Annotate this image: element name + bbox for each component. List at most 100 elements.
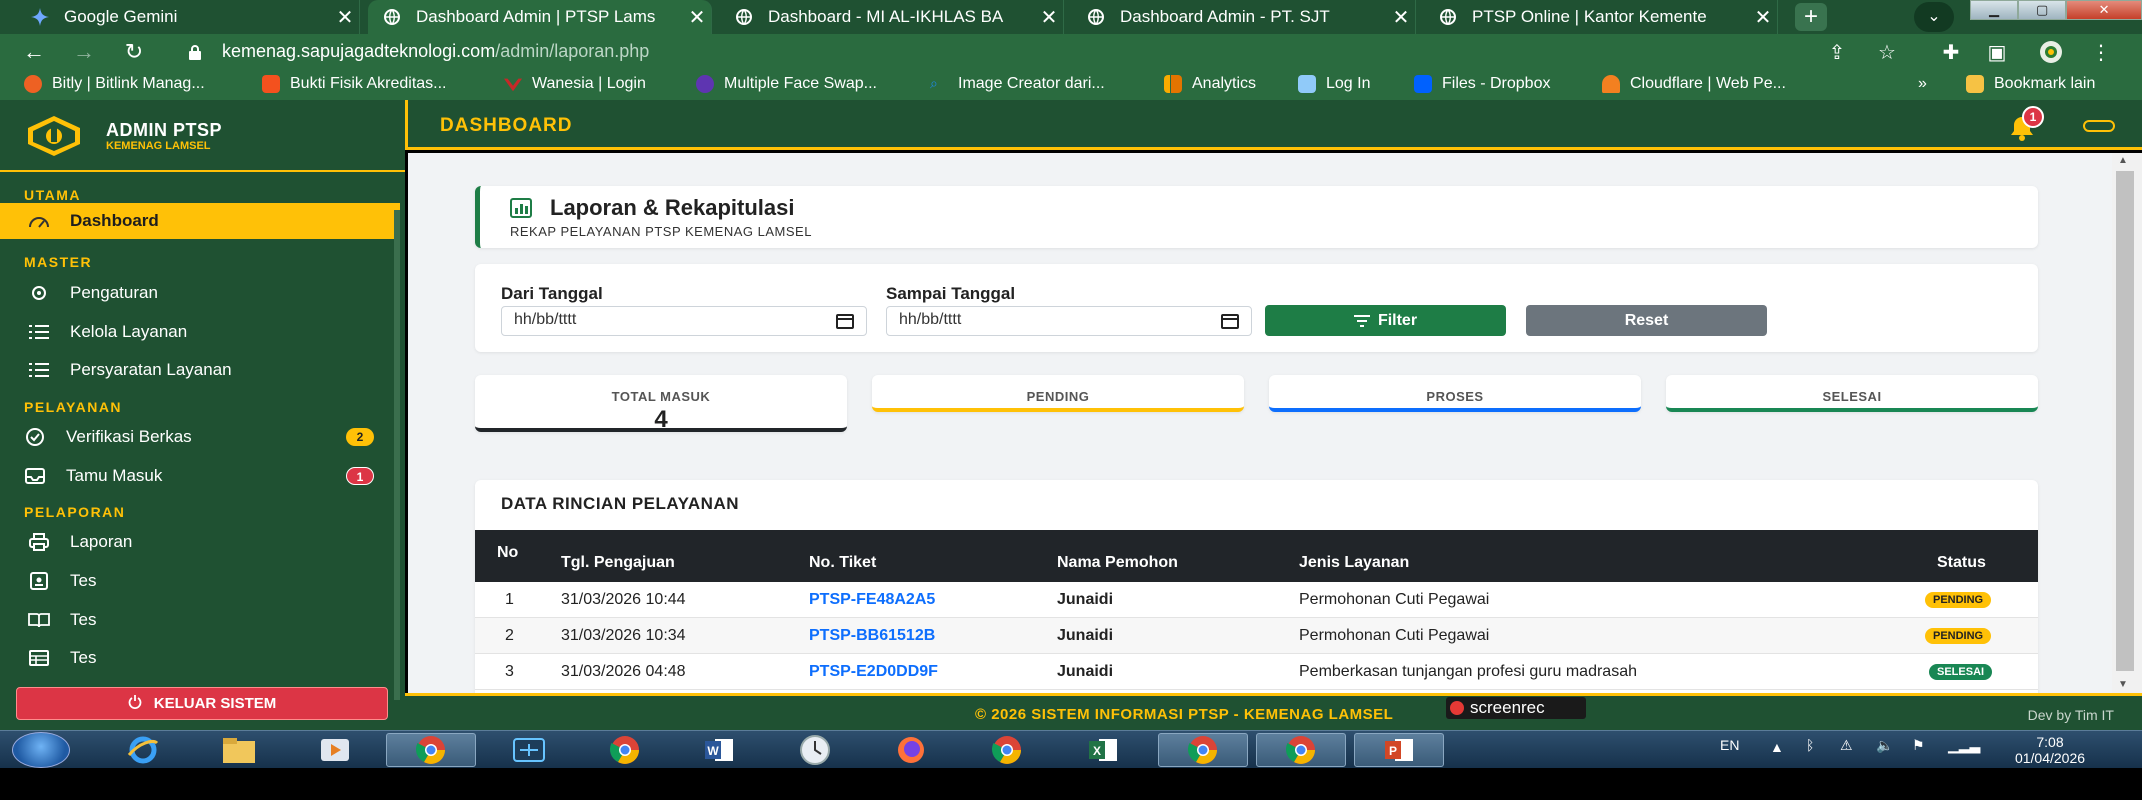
- filter-button[interactable]: Filter: [1265, 305, 1506, 336]
- browser-menu-icon[interactable]: ⋮: [2088, 40, 2114, 66]
- screen-capture-icon[interactable]: [484, 733, 574, 767]
- language-indicator[interactable]: EN: [1720, 737, 1739, 753]
- chrome-app-icon-5[interactable]: [1256, 733, 1346, 767]
- tab-title: PTSP Online | Kantor Kemente: [1472, 7, 1707, 26]
- profile-avatar-icon[interactable]: [2038, 40, 2064, 66]
- cell-jenis: Permohonan Cuti Pegawai: [1299, 591, 1490, 608]
- user-menu-toggle[interactable]: [2083, 120, 2115, 132]
- chrome-app-icon-4[interactable]: [1158, 733, 1248, 767]
- bookmark-wanesia[interactable]: Wanesia | Login: [504, 75, 646, 93]
- scroll-down-arrow-icon[interactable]: ▼: [2118, 679, 2128, 690]
- firefox-icon[interactable]: [866, 733, 956, 767]
- word-icon[interactable]: W: [674, 733, 764, 767]
- url-text[interactable]: kemenag.sapujagadteknologi.com/admin/lap…: [222, 41, 649, 62]
- from-date-input[interactable]: hh/bb/tttt: [501, 306, 867, 336]
- sidebar-item-laporan[interactable]: Laporan: [0, 524, 400, 560]
- bookmark-face-swap[interactable]: Multiple Face Swap...: [696, 75, 877, 93]
- sidebar-item-verifikasi-berkas[interactable]: Verifikasi Berkas 2: [0, 419, 400, 455]
- sidebar-item-tes-3[interactable]: Tes: [0, 640, 400, 676]
- ticket-link[interactable]: PTSP-E2D0DD9F: [809, 663, 938, 681]
- other-bookmarks[interactable]: Bookmark lain: [1966, 75, 2095, 93]
- sidebar-scrollbar[interactable]: [394, 210, 400, 700]
- bookmark-star-icon[interactable]: ☆: [1874, 40, 1900, 66]
- to-date-input[interactable]: hh/bb/tttt: [886, 306, 1252, 336]
- bookmarks-overflow-button[interactable]: »: [1918, 75, 1927, 93]
- analytics-icon: [1164, 75, 1182, 93]
- dropbox-icon: [1414, 75, 1432, 93]
- tab-google-gemini[interactable]: Google Gemini ✕: [16, 0, 360, 34]
- sidebar-item-tes-1[interactable]: Tes: [0, 563, 400, 599]
- volume-icon[interactable]: 🔈: [1876, 737, 1893, 754]
- chrome-app-icon[interactable]: [386, 733, 476, 767]
- excel-icon[interactable]: X: [1058, 733, 1148, 767]
- chrome-app-icon-2[interactable]: [580, 733, 670, 767]
- check-circle-icon: [22, 427, 48, 447]
- bookmark-analytics[interactable]: Analytics: [1164, 75, 1256, 93]
- close-tab-icon[interactable]: ✕: [1035, 5, 1063, 30]
- bookmark-log-in[interactable]: Log In: [1298, 75, 1370, 93]
- bookmark-image-creator[interactable]: ⌕ Image Creator dari...: [930, 75, 1105, 93]
- forward-arrow-icon[interactable]: →: [70, 38, 98, 66]
- bookmark-label: Cloudflare | Web Pe...: [1630, 75, 1786, 92]
- tab-dashboard-mi-al-ikhlas[interactable]: Dashboard - MI AL-IKHLAS BA ✕: [720, 0, 1064, 34]
- file-explorer-icon[interactable]: [194, 733, 284, 767]
- browser-tab-bar: Google Gemini ✕ Dashboard Admin | PTSP L…: [0, 0, 2142, 34]
- page-scrollbar[interactable]: ▲ ▼: [2112, 153, 2142, 693]
- close-tab-icon[interactable]: ✕: [1387, 5, 1415, 30]
- scrollbar-thumb[interactable]: [2116, 171, 2134, 671]
- extensions-puzzle-icon[interactable]: ✚: [1938, 40, 1964, 66]
- ticket-link[interactable]: PTSP-BB61512B: [809, 627, 935, 645]
- tray-overflow-icon[interactable]: ▲: [1770, 739, 1784, 755]
- clock-app-icon[interactable]: [770, 733, 860, 767]
- tab-ptsp-online[interactable]: PTSP Online | Kantor Kemente ✕: [1424, 0, 1778, 34]
- close-tab-icon[interactable]: ✕: [331, 5, 359, 30]
- calendar-icon[interactable]: [836, 313, 854, 329]
- share-icon[interactable]: ⇪: [1824, 40, 1850, 66]
- bookmark-cloudflare[interactable]: Cloudflare | Web Pe...: [1602, 75, 1786, 93]
- internet-explorer-icon[interactable]: [98, 733, 188, 767]
- maximize-button[interactable]: ▢: [2018, 0, 2067, 20]
- bookmark-bukti-fisik[interactable]: Bukti Fisik Akreditas...: [262, 75, 447, 93]
- tab-search-button[interactable]: ⌄: [1914, 2, 1954, 32]
- close-tab-icon[interactable]: ✕: [683, 5, 711, 30]
- sidebar-item-tes-2[interactable]: Tes: [0, 602, 400, 638]
- signal-strength-icon[interactable]: ▁▂▃: [1948, 737, 1980, 754]
- sidebar-item-persyaratan-layanan[interactable]: Persyaratan Layanan: [0, 352, 400, 388]
- stat-card-selesai: SELESAI: [1666, 375, 2038, 412]
- sidebar-item-pengaturan[interactable]: Pengaturan: [0, 275, 400, 311]
- powerpoint-icon[interactable]: P: [1354, 733, 1444, 767]
- start-button[interactable]: [12, 732, 70, 768]
- minimize-button[interactable]: ▁: [1970, 0, 2019, 20]
- report-header-card: Laporan & Rekapitulasi REKAP PELAYANAN P…: [475, 186, 2038, 248]
- status-badge: PENDING: [1925, 628, 1992, 644]
- calendar-icon[interactable]: [1221, 313, 1239, 329]
- sidebar-item-dashboard[interactable]: Dashboard: [0, 203, 400, 239]
- notification-button[interactable]: 1: [2008, 106, 2044, 142]
- gemini-icon: [30, 7, 50, 27]
- sidebar-item-kelola-layanan[interactable]: Kelola Layanan: [0, 314, 400, 350]
- sidebar-item-label: Tes: [70, 571, 97, 590]
- tab-dashboard-pt-sjt[interactable]: Dashboard Admin - PT. SJT ✕: [1072, 0, 1416, 34]
- tab-dashboard-admin-ptsp[interactable]: Dashboard Admin | PTSP Lams ✕: [368, 0, 712, 34]
- bookmark-bitly[interactable]: Bitly | Bitlink Manag...: [24, 75, 205, 93]
- new-tab-button[interactable]: +: [1795, 3, 1827, 31]
- bookmark-dropbox[interactable]: Files - Dropbox: [1414, 75, 1550, 93]
- network-alert-icon[interactable]: ⚠: [1840, 737, 1853, 754]
- taskbar-clock[interactable]: 7:08 01/04/2026: [1990, 734, 2110, 766]
- logout-button[interactable]: KELUAR SISTEM: [16, 687, 388, 720]
- close-window-button[interactable]: ✕: [2066, 0, 2142, 20]
- media-player-icon[interactable]: [290, 733, 380, 767]
- table-row: 2 31/03/2026 10:34 PTSP-BB61512B Junaidi…: [475, 618, 2038, 654]
- reset-button[interactable]: Reset: [1526, 305, 1767, 336]
- ticket-link[interactable]: PTSP-FE48A2A5: [809, 591, 935, 609]
- blogger-icon: [262, 75, 280, 93]
- bluetooth-icon[interactable]: ᛒ: [1806, 737, 1814, 753]
- close-tab-icon[interactable]: ✕: [1749, 5, 1777, 30]
- sidebar-item-tamu-masuk[interactable]: Tamu Masuk 1: [0, 458, 400, 494]
- chrome-app-icon-3[interactable]: [962, 733, 1052, 767]
- action-center-flag-icon[interactable]: ⚑: [1912, 737, 1925, 754]
- scroll-up-arrow-icon[interactable]: ▲: [2118, 155, 2128, 166]
- back-arrow-icon[interactable]: ←: [20, 38, 48, 66]
- reload-icon[interactable]: ↻: [120, 38, 148, 66]
- side-panel-icon[interactable]: ▣: [1984, 40, 2010, 66]
